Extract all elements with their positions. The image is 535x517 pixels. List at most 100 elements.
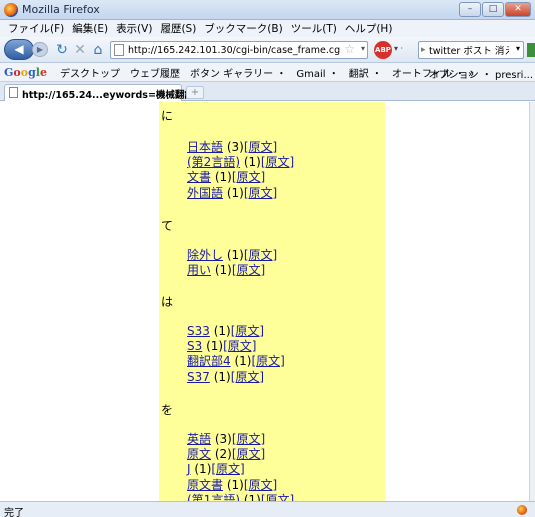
result-row: 用い (1)[原文]	[187, 261, 265, 278]
menu-tools[interactable]: ツール(T)	[287, 21, 341, 36]
source-link[interactable]: [原文]	[223, 339, 256, 353]
bookmark-star-icon[interactable]: ☆	[344, 42, 355, 56]
result-row: (第1言語) (1)[原文]	[187, 491, 294, 501]
word-link[interactable]: (第2言語)	[187, 155, 240, 169]
source-link[interactable]: [原文]	[211, 462, 244, 476]
menu-help[interactable]: ヘルプ(H)	[341, 21, 397, 36]
source-link[interactable]: [原文]	[232, 447, 265, 461]
word-link[interactable]: 日本語	[187, 140, 223, 154]
tab-label: http://165.24...eywords=機械翻訳	[22, 90, 194, 101]
result-row: S37 (1)[原文]	[187, 368, 264, 385]
source-link[interactable]: [原文]	[244, 478, 277, 492]
count-label: (3)	[214, 432, 232, 446]
tab-current[interactable]: http://165.24...eywords=機械翻訳	[4, 84, 194, 101]
bookmark-gmail[interactable]: Gmail ・	[291, 65, 343, 80]
bookmarks-toolbar: Google デスクトップ ウェブ履歴 ボタン ギャラリー ・ Gmail ・ …	[0, 63, 535, 82]
adblock-icon[interactable]: ABP	[374, 41, 392, 59]
title-bar: Mozilla Firefox – □ ✕	[0, 0, 535, 20]
source-link[interactable]: [原文]	[232, 170, 265, 184]
count-label: (3)	[226, 140, 244, 154]
result-row: 翻訳部4 (1)[原文]	[187, 352, 285, 369]
source-link[interactable]: [原文]	[231, 370, 264, 384]
source-link[interactable]: [原文]	[232, 432, 265, 446]
bookmark-desktop[interactable]: デスクトップ	[55, 65, 125, 80]
window-controls: – □ ✕	[459, 2, 531, 17]
status-icon	[517, 505, 527, 515]
status-bar: 完了	[0, 501, 535, 517]
word-link[interactable]: 英語	[187, 432, 211, 446]
back-button[interactable]: ◀	[4, 39, 34, 60]
new-tab-button[interactable]: +	[186, 86, 204, 99]
count-label: (1)	[213, 324, 231, 338]
bookmark-web-history[interactable]: ウェブ履歴	[125, 65, 185, 80]
menu-bar: ファイル(F) 編集(E) 表示(V) 履歴(S) ブックマーク(B) ツール(…	[0, 20, 535, 37]
count-label: (1)	[226, 248, 244, 262]
source-link[interactable]: [原文]	[232, 263, 265, 277]
home-icon[interactable]: ⌂	[90, 42, 106, 58]
word-link[interactable]: 用い	[187, 263, 211, 277]
word-link[interactable]: 原文書	[187, 478, 223, 492]
search-input[interactable]	[429, 43, 509, 57]
scrollbar[interactable]	[529, 102, 535, 501]
source-link[interactable]: [原文]	[244, 140, 277, 154]
maximize-button[interactable]: □	[482, 2, 504, 17]
menu-history[interactable]: 履歴(S)	[156, 21, 200, 36]
stop-icon[interactable]: ✕	[72, 42, 88, 58]
menu-edit[interactable]: 編集(E)	[68, 21, 112, 36]
search-engine-icon[interactable]: ▸	[421, 45, 426, 55]
firefox-icon	[4, 3, 18, 17]
menu-file[interactable]: ファイル(F)	[4, 21, 68, 36]
count-label: (1)	[206, 339, 224, 353]
word-link[interactable]: (第1言語)	[187, 493, 240, 501]
count-label: (1)	[226, 478, 244, 492]
word-link[interactable]: S33	[187, 324, 210, 338]
tab-page-icon	[9, 87, 18, 98]
word-link[interactable]: S37	[187, 370, 210, 384]
status-text: 完了	[4, 508, 24, 517]
url-dropdown-icon[interactable]: ▾	[361, 44, 365, 53]
section-heading: に	[161, 109, 174, 123]
menu-bookmarks[interactable]: ブックマーク(B)	[200, 21, 286, 36]
url-input[interactable]	[128, 43, 340, 57]
google-logo[interactable]: Google	[4, 66, 47, 79]
word-link[interactable]: J	[187, 462, 191, 476]
count-label: (1)	[214, 170, 232, 184]
page-icon	[114, 44, 124, 56]
result-row: 文書 (1)[原文]	[187, 168, 265, 185]
section-heading: て	[161, 219, 174, 233]
word-link[interactable]: 文書	[187, 170, 211, 184]
minimize-button[interactable]: –	[459, 2, 481, 17]
word-link[interactable]: 原文	[187, 447, 211, 461]
word-link[interactable]: S3	[187, 339, 202, 353]
count-label: (1)	[234, 354, 252, 368]
adblock-dropdown-icon[interactable]: ▾ ·	[394, 44, 403, 53]
word-link[interactable]: 外国語	[187, 186, 223, 200]
window-title: Mozilla Firefox	[22, 3, 100, 16]
address-bar[interactable]: ☆ ▾	[110, 41, 368, 59]
close-button[interactable]: ✕	[505, 2, 531, 17]
page-content: に日本語 (3)[原文] (第2言語) (1)[原文] 文書 (1)[原文] 外国語 …	[0, 102, 529, 501]
word-link[interactable]: 翻訳部4	[187, 354, 231, 368]
count-label: (1)	[214, 263, 232, 277]
addon-icon[interactable]	[527, 43, 535, 57]
bookmark-translate[interactable]: 翻訳 ・	[344, 65, 387, 80]
source-link[interactable]: [原文]	[251, 354, 284, 368]
navigation-toolbar: ◀ ▶ ↻ ✕ ⌂ ☆ ▾ ABP ▾ · ▸ ▾	[0, 37, 535, 63]
result-row: 外国語 (1)[原文]	[187, 184, 277, 201]
source-link[interactable]: [原文]	[244, 248, 277, 262]
menu-view[interactable]: 表示(V)	[112, 21, 156, 36]
section-heading: を	[161, 403, 174, 417]
count-label: (1)	[243, 493, 261, 501]
count-label: (1)	[226, 186, 244, 200]
bookmark-options[interactable]: オプション ・ presri...	[429, 66, 533, 81]
word-link[interactable]: 除外し	[187, 248, 223, 262]
forward-button[interactable]: ▶	[32, 42, 48, 57]
source-link[interactable]: [原文]	[261, 493, 294, 501]
bookmark-button-gallery[interactable]: ボタン ギャラリー ・	[185, 65, 291, 80]
reload-icon[interactable]: ↻	[54, 42, 70, 58]
search-box[interactable]: ▸ ▾	[418, 41, 524, 59]
source-link[interactable]: [原文]	[261, 155, 294, 169]
search-dropdown-icon[interactable]: ▾	[516, 44, 520, 53]
source-link[interactable]: [原文]	[231, 324, 264, 338]
source-link[interactable]: [原文]	[244, 186, 277, 200]
